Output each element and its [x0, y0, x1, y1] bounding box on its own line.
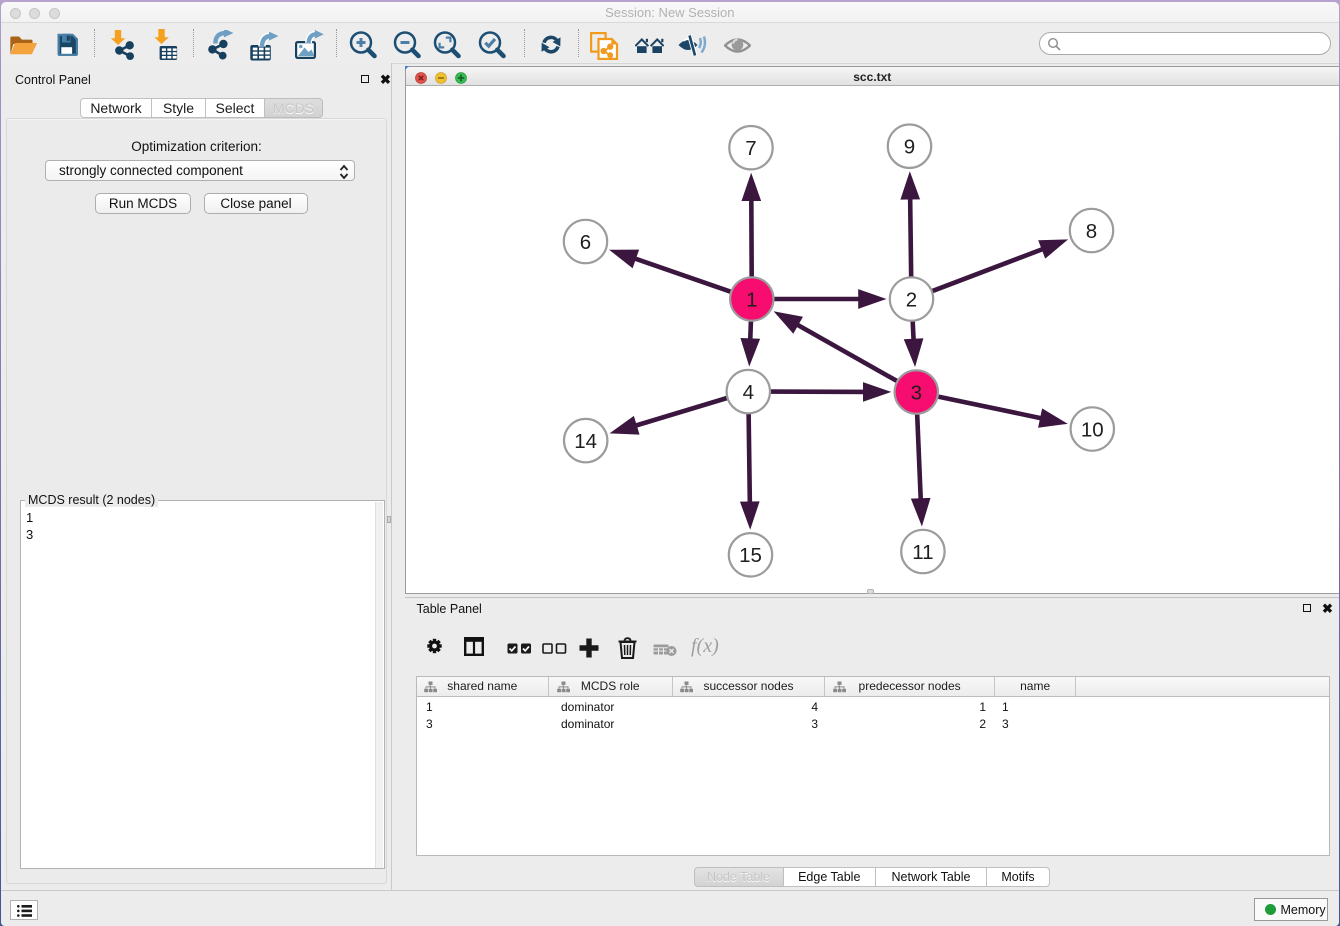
- svg-text:11: 11: [912, 541, 933, 564]
- svg-text:6: 6: [580, 231, 591, 254]
- svg-text:3: 3: [911, 381, 922, 404]
- svg-text:15: 15: [739, 544, 762, 567]
- svg-text:14: 14: [574, 430, 597, 453]
- svg-text:2: 2: [906, 288, 917, 311]
- svg-text:1: 1: [746, 288, 757, 311]
- svg-text:7: 7: [745, 137, 756, 160]
- svg-text:4: 4: [743, 381, 754, 404]
- svg-text:10: 10: [1081, 418, 1104, 441]
- svg-text:8: 8: [1086, 220, 1097, 243]
- svg-text:9: 9: [904, 136, 915, 159]
